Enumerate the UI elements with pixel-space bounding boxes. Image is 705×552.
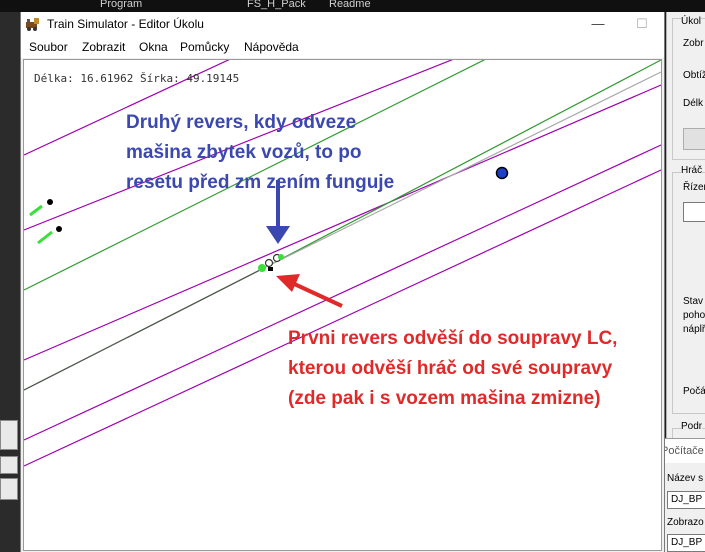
train-marker-dot xyxy=(47,199,53,205)
background-window-fragment xyxy=(0,456,18,474)
label-rizen: Řízen xyxy=(683,182,705,193)
editor-window: Train Simulator - Editor Úkolu — ☐ ✕ Sou… xyxy=(20,12,665,552)
taskbar-item-fs-h-pack[interactable]: FS_H_Pack xyxy=(247,0,306,10)
waypoint-blue-dot xyxy=(495,166,509,180)
train-marker xyxy=(37,230,53,245)
dialog-label-name: Název s xyxy=(667,473,704,484)
label-podr: Podr xyxy=(681,421,703,432)
rizeni-input[interactable] xyxy=(683,202,705,222)
window-titlebar[interactable]: Train Simulator - Editor Úkolu — ☐ ✕ xyxy=(21,12,664,36)
reverse-point-marker xyxy=(264,258,274,268)
taskbar-item-program[interactable]: Program xyxy=(100,0,142,10)
menu-bar: Soubor Zobrazit Okna Pomůcky Nápověda xyxy=(21,36,664,58)
annotation-red: Prvni revers odvěší do soupravy LC, kter… xyxy=(288,328,618,409)
label-hrac: Hráč xyxy=(681,165,703,176)
label-ukol: Úkol xyxy=(681,16,702,27)
red-arrow-shaft xyxy=(289,280,343,308)
panel-button[interactable] xyxy=(683,128,705,150)
maximize-button[interactable]: ☐ xyxy=(620,12,664,36)
taskbar-item-readme[interactable]: Readme xyxy=(329,0,371,10)
menu-okna[interactable]: Okna xyxy=(139,40,168,54)
background-window-fragment xyxy=(0,420,18,450)
minimize-button[interactable]: — xyxy=(576,12,620,36)
menu-zobrazit[interactable]: Zobrazit xyxy=(82,40,125,54)
dialog-title: Počítače xyxy=(661,445,704,457)
window-title: Train Simulator - Editor Úkolu xyxy=(47,17,204,31)
label-naplr: náplř xyxy=(683,324,705,335)
label-poca: Počá xyxy=(683,386,705,397)
blue-arrow-head xyxy=(266,226,290,244)
dialog-label-display: Zobrazo xyxy=(667,517,704,528)
train-app-icon xyxy=(26,18,39,31)
label-delk: Délk xyxy=(683,98,704,109)
label-poho: poho xyxy=(683,310,705,321)
reverse-point-1 xyxy=(258,264,266,272)
menu-soubor[interactable]: Soubor xyxy=(29,40,68,54)
label-zobr: Zobr xyxy=(683,38,704,49)
train-marker xyxy=(29,204,43,217)
annotation-blue: Druhý revers, kdy odveze mašina zbytek v… xyxy=(126,112,395,193)
menu-napoveda[interactable]: Nápověda xyxy=(244,40,299,54)
track-purple xyxy=(24,169,661,467)
coordinates-readout: Délka: 16.61962 Šírka: 49.19145 xyxy=(34,72,240,85)
reverse-point-2 xyxy=(278,254,284,260)
menu-pomucky[interactable]: Pomůcky xyxy=(180,40,229,54)
map-canvas[interactable]: Délka: 16.61962 Šírka: 49.19145 Druhý re… xyxy=(23,59,662,551)
label-stav: Stav xyxy=(683,296,704,307)
background-window-fragment xyxy=(0,478,18,500)
switch-marker xyxy=(268,267,273,271)
label-obtiz: Obtíž xyxy=(683,70,705,81)
dialog-name-field[interactable]: DJ_BP xyxy=(667,491,705,509)
dialog-display-field[interactable]: DJ_BP xyxy=(667,534,705,552)
train-marker-dot xyxy=(56,226,62,232)
taskbar-strip: Program FS_H_Pack Readme xyxy=(0,0,705,12)
